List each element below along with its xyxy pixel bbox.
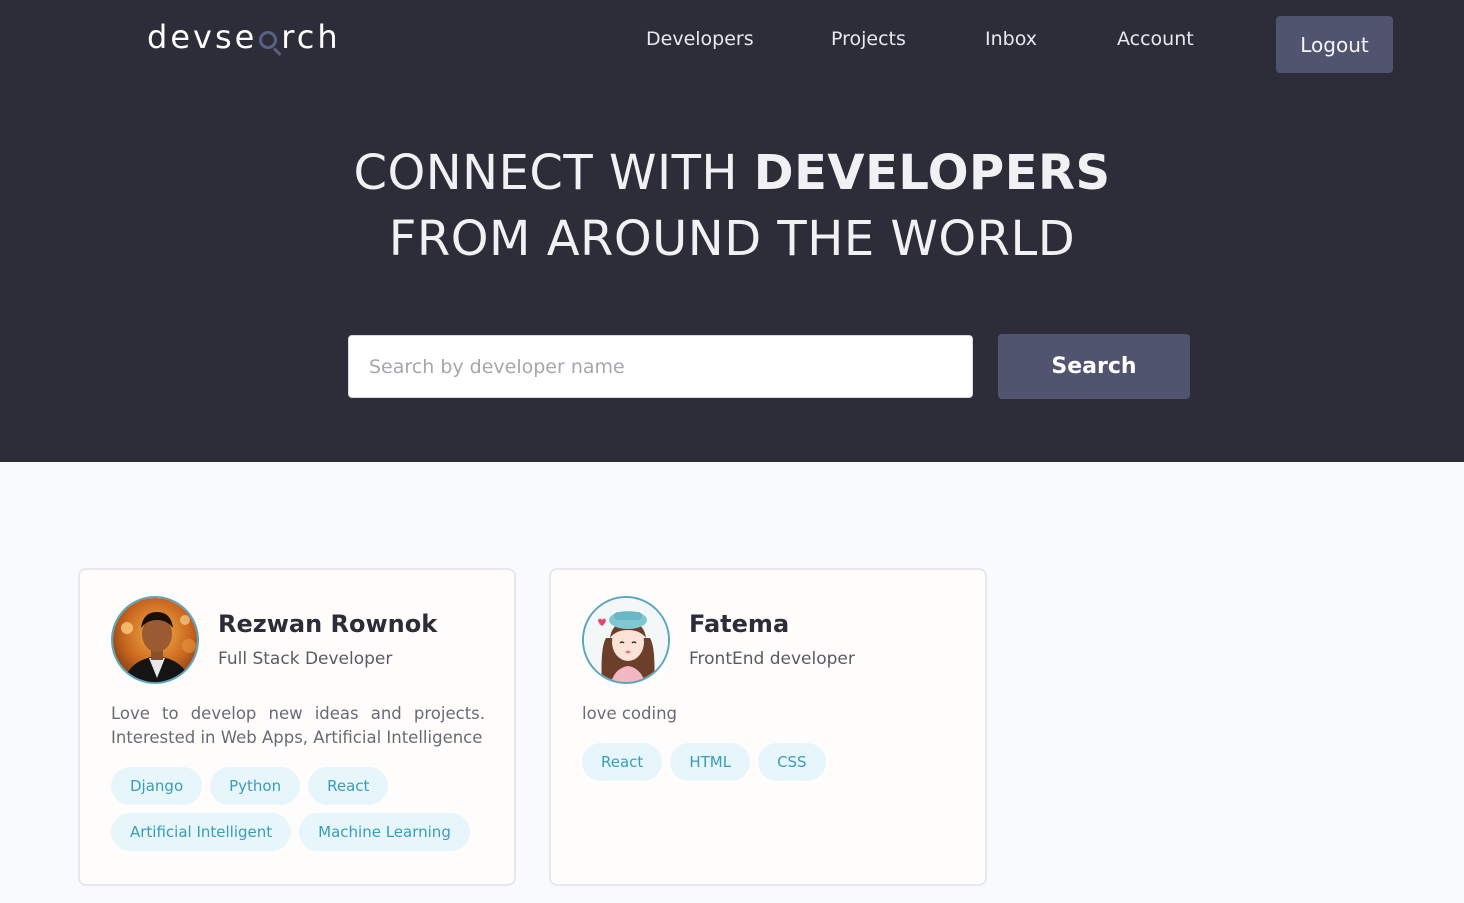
- nav-developers-link[interactable]: Developers: [646, 28, 754, 58]
- skill-tag: React: [308, 767, 389, 805]
- skill-tag: React: [582, 743, 663, 781]
- developer-bio: Love to develop new ideas and projects. …: [111, 704, 485, 747]
- developer-bio: love coding: [582, 704, 677, 723]
- skill-tags: React HTML CSS: [582, 743, 962, 781]
- logout-button[interactable]: Logout: [1276, 16, 1393, 73]
- developer-role: Full Stack Developer: [218, 649, 393, 669]
- skill-tag: Machine Learning: [299, 813, 470, 851]
- nav-inbox-link[interactable]: Inbox: [985, 28, 1037, 58]
- skill-tag: Django: [111, 767, 203, 805]
- skill-tags: Django Python React Artificial Intellige…: [111, 767, 491, 851]
- hero-title: CONNECT WITH DEVELOPERS FROM AROUND THE …: [0, 140, 1464, 272]
- search-input[interactable]: [348, 335, 973, 398]
- nav-projects-link[interactable]: Projects: [831, 28, 906, 58]
- developer-role: FrontEnd developer: [689, 649, 855, 669]
- logo-text-start: devse: [147, 18, 258, 56]
- avatar: [111, 596, 199, 684]
- skill-tag: CSS: [758, 743, 826, 781]
- skill-tag: HTML: [670, 743, 751, 781]
- logo-text-end: rch: [281, 18, 341, 56]
- developer-name[interactable]: Rezwan Rownok: [218, 610, 437, 638]
- header: devse rch Developers Projects Inbox Acco…: [0, 0, 1464, 462]
- hero-line1-light: CONNECT WITH: [353, 145, 754, 201]
- skill-tag: Python: [210, 767, 301, 805]
- hero-line1-bold: DEVELOPERS: [753, 145, 1111, 201]
- nav-account-link[interactable]: Account: [1117, 28, 1194, 58]
- logo[interactable]: devse rch: [147, 18, 341, 56]
- magnifier-icon: [258, 23, 282, 56]
- developer-card[interactable]: Rezwan Rownok Full Stack Developer Love …: [78, 568, 516, 886]
- developer-name[interactable]: Fatema: [689, 610, 789, 638]
- skill-tag: Artificial Intelligent: [111, 813, 292, 851]
- avatar: [582, 596, 670, 684]
- developer-card[interactable]: Fatema FrontEnd developer love coding Re…: [549, 568, 987, 886]
- hero-line2: FROM AROUND THE WORLD: [388, 211, 1076, 267]
- search-button[interactable]: Search: [998, 334, 1190, 399]
